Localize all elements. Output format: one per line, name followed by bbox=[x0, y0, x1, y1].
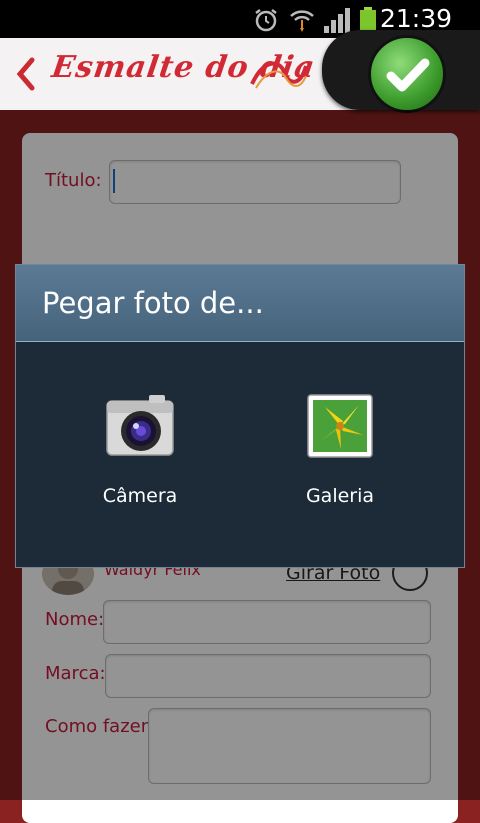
gallery-option[interactable]: Galeria bbox=[260, 375, 420, 507]
checkmark-icon bbox=[386, 58, 430, 92]
signal-icon bbox=[324, 8, 350, 33]
alarm-icon bbox=[255, 9, 277, 32]
gallery-icon bbox=[307, 394, 373, 458]
camera-option[interactable]: Câmera bbox=[60, 375, 220, 507]
dialog-title: Pegar foto de... bbox=[42, 286, 264, 320]
wifi-icon bbox=[290, 10, 314, 32]
camera-option-label: Câmera bbox=[102, 485, 178, 507]
clock: 21:39 bbox=[379, 4, 452, 33]
dialog-header: Pegar foto de... bbox=[16, 265, 464, 342]
gallery-option-label: Galeria bbox=[305, 485, 375, 507]
camera-icon bbox=[106, 395, 174, 456]
confirm-button[interactable] bbox=[368, 35, 446, 113]
photo-source-dialog: Pegar foto de... Câmera Galeria bbox=[15, 264, 465, 568]
swoosh-logo-decoration bbox=[250, 61, 308, 89]
back-arrow-icon[interactable] bbox=[14, 56, 38, 92]
